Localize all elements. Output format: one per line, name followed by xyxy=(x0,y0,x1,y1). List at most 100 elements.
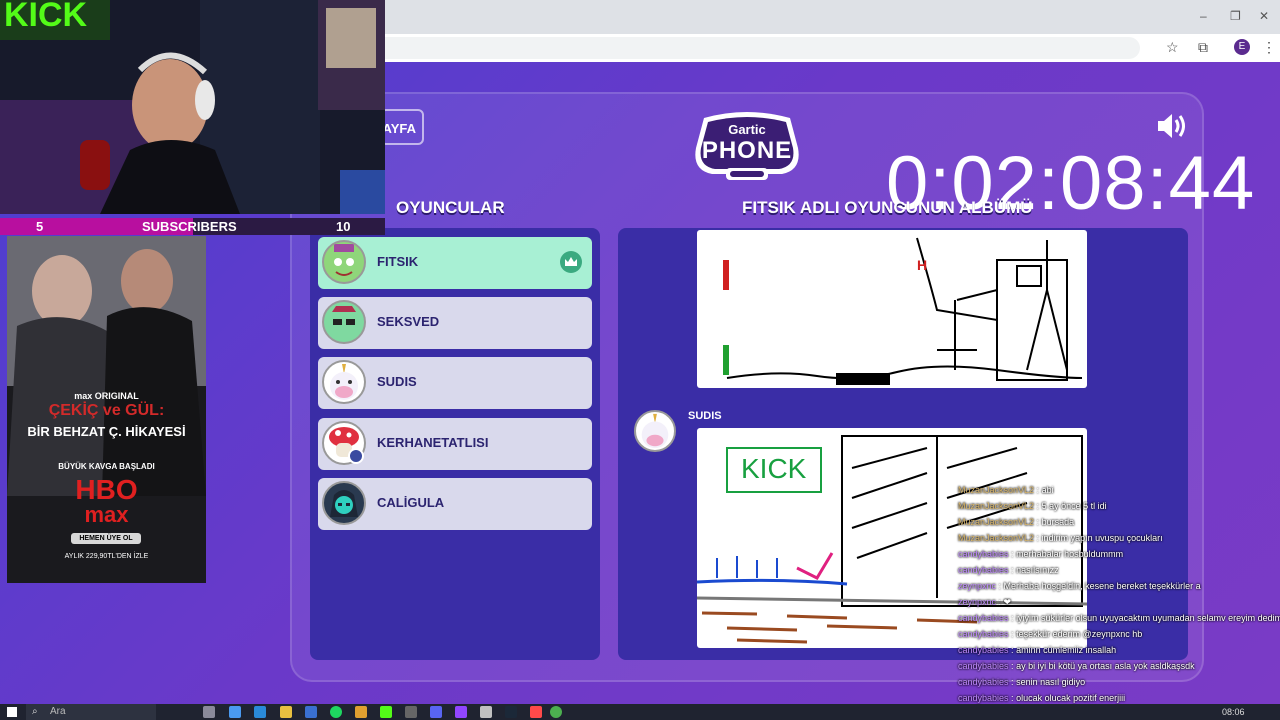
chat-text: indirim yapın uvuspu çocukları xyxy=(1041,533,1163,543)
chat-username[interactable]: candybabies xyxy=(958,549,1009,559)
spotify-icon[interactable] xyxy=(330,706,342,718)
chat-separator: : xyxy=(1034,501,1042,511)
chat-username[interactable]: candybabies xyxy=(958,661,1009,671)
chat-username[interactable]: candybabies xyxy=(958,693,1009,703)
maximize-button[interactable]: ❐ xyxy=(1230,9,1241,23)
app4-icon[interactable] xyxy=(530,706,542,718)
steam-icon[interactable] xyxy=(505,706,517,718)
chat-username[interactable]: MuzanJacksonVL2 xyxy=(958,501,1034,511)
discord-icon[interactable] xyxy=(430,706,442,718)
chat-message: zeynpxnc : Merhaba hoşgeldin, kesene ber… xyxy=(958,578,1280,594)
browser-menu-icon[interactable]: ⋮ xyxy=(1262,39,1276,56)
obs-icon[interactable] xyxy=(405,706,417,718)
chat-separator: : xyxy=(1008,645,1017,655)
chat-text: aminn cümlemiiz insallah xyxy=(1016,645,1117,655)
store-icon[interactable] xyxy=(305,706,317,718)
chat-username[interactable]: candybabies xyxy=(958,677,1009,687)
kick-sign: KICK xyxy=(4,0,88,34)
chat-separator: : xyxy=(996,581,1004,591)
ad-cta-button[interactable]: HEMEN ÜYE OL xyxy=(71,533,141,544)
album-author-name: SUDIS xyxy=(688,410,722,422)
players-title: OYUNCULAR xyxy=(396,198,505,217)
player-name: FITSIK xyxy=(377,254,419,269)
chat-username[interactable]: MuzanJacksonVL2 xyxy=(958,485,1034,495)
player-avatar xyxy=(322,360,366,404)
svg-text:H: H xyxy=(917,257,927,273)
chat-separator: : xyxy=(1008,549,1017,559)
player-name: SEKSVED xyxy=(377,314,440,329)
chrome-icon[interactable] xyxy=(550,706,562,718)
album-author-avatar xyxy=(634,410,676,452)
chat-username[interactable]: zeynpxnc xyxy=(958,581,996,591)
ad-max: max xyxy=(84,502,129,527)
chat-separator: : xyxy=(1034,533,1042,543)
subs-goal: 10 xyxy=(336,219,351,234)
browser-toolbar: ☆ ⧉ ⋮ xyxy=(385,34,1280,63)
file-explorer-icon[interactable] xyxy=(280,706,292,718)
chat-message: candybabies : aminn cümlemiiz insallah xyxy=(958,642,1280,658)
edge-browser-icon[interactable] xyxy=(254,706,266,718)
minimize-button[interactable]: – xyxy=(1200,9,1207,23)
back-button[interactable]: AYFA xyxy=(380,109,424,145)
chat-message: candybabies : ay bi iyi bi kötü ya ortas… xyxy=(958,658,1280,674)
player-card-kerhanetatlisi[interactable]: KERHANETATLISI xyxy=(318,418,592,470)
user-badge-icon xyxy=(348,448,364,464)
windows-start-icon[interactable] xyxy=(7,707,17,717)
search-icon: ⌕ xyxy=(32,706,38,717)
kick-app-icon[interactable] xyxy=(380,706,392,718)
chat-text: merhabalar hosbuldummm xyxy=(1016,549,1124,559)
player-name: SUDIS xyxy=(377,374,417,389)
chat-text: ay bi iyi bi kötü ya ortası asla yok asl… xyxy=(1016,661,1195,671)
player-card-fitsik[interactable]: FITSIK xyxy=(318,237,592,289)
taskbar-clock: 08:06 xyxy=(1222,707,1245,717)
chat-message: candybabies : merhabalar hosbuldummm xyxy=(958,546,1280,562)
ad-title-line1: ÇEKİÇ ve GÜL: xyxy=(48,402,165,419)
chat-separator: : xyxy=(1008,629,1017,639)
ad-hbo: HBO xyxy=(75,474,138,505)
logo-text-gartic: Gartic xyxy=(728,122,766,137)
hbo-max-ad[interactable]: max ORIGINAL ÇEKİÇ ve GÜL: BİR BEHZAT Ç.… xyxy=(7,236,206,583)
chat-text: iyiyim sükürler olsun uyuyacaktım uyumad… xyxy=(1016,613,1280,623)
task-view-icon[interactable] xyxy=(203,706,215,718)
chat-username[interactable]: candybabies xyxy=(958,565,1009,575)
gartic-phone-logo: Gartic PHONE xyxy=(686,110,808,182)
chat-message: candybabies : nasılsınızz xyxy=(958,562,1280,578)
player-avatar xyxy=(322,300,366,344)
browser-titlebar: – ❐ ✕ xyxy=(385,0,1280,34)
crown-icon xyxy=(560,251,582,273)
ad-title-line2: BİR BEHZAT Ç. HİKAYESİ xyxy=(27,424,186,439)
close-button[interactable]: ✕ xyxy=(1259,9,1269,23)
chat-separator: : xyxy=(1008,677,1017,687)
chat-text: Merhaba hoşgeldin, kesene bereket teşekk… xyxy=(1003,581,1201,591)
taskbar: ⌕ Ara 08:06 xyxy=(0,704,1280,720)
ad-price: AYLIK 229,90TL'DEN İZLE xyxy=(64,553,149,560)
chat-username[interactable]: zeynpxnc xyxy=(958,597,996,607)
chat-username[interactable]: candybabies xyxy=(958,613,1009,623)
app-icon[interactable] xyxy=(355,706,367,718)
app2-icon[interactable] xyxy=(455,706,467,718)
chat-separator: : xyxy=(1008,661,1017,671)
chat-separator: : xyxy=(1008,565,1017,575)
chat-username[interactable]: candybabies xyxy=(958,629,1009,639)
taskbar-search[interactable]: ⌕ Ara xyxy=(26,704,156,720)
chat-username[interactable]: candybabies xyxy=(958,645,1009,655)
bookmark-star-icon[interactable]: ☆ xyxy=(1166,39,1179,56)
player-card-caligula[interactable]: CALİGULA xyxy=(318,478,592,530)
player-card-sudis[interactable]: SUDIS xyxy=(318,357,592,409)
chat-message: candybabies : teşekkür ederim @zeynpxnc … xyxy=(958,626,1280,642)
player-card-seksved[interactable]: SEKSVED xyxy=(318,297,592,349)
chat-username[interactable]: MuzanJacksonVL2 xyxy=(958,517,1034,527)
chat-separator: : xyxy=(1034,485,1042,495)
chat-text: bursada xyxy=(1041,517,1075,527)
extensions-icon[interactable]: ⧉ xyxy=(1198,39,1208,56)
profile-avatar[interactable]: E xyxy=(1234,39,1250,55)
subs-current: 5 xyxy=(36,219,44,234)
speaker-icon[interactable] xyxy=(1155,110,1189,142)
app3-icon[interactable] xyxy=(480,706,492,718)
edge-icon[interactable] xyxy=(229,706,241,718)
chat-username[interactable]: MuzanJacksonVL2 xyxy=(958,533,1034,543)
album-title: FITSIK ADLI OYUNCUNUN ALBÜMÜ xyxy=(742,198,1033,217)
chat-text: teşekkür ederim @zeynpxnc hb xyxy=(1016,629,1143,639)
address-bar[interactable] xyxy=(385,37,1140,59)
chat-message: candybabies : senin nasıl gidiyo xyxy=(958,674,1280,690)
